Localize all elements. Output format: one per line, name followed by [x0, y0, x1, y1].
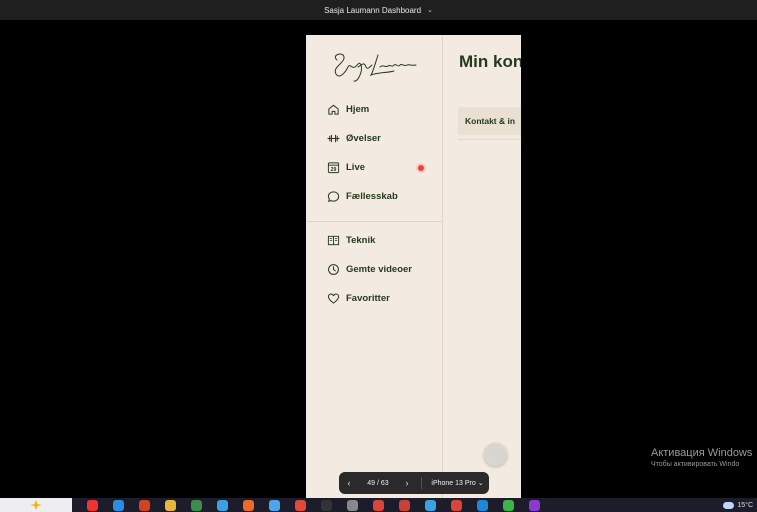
watermark-line2: Чтобы активировать Windo — [651, 461, 740, 468]
heart-icon — [327, 292, 340, 305]
dumbbell-icon — [327, 132, 340, 145]
home-icon — [327, 103, 340, 116]
chrome-profile-icon[interactable] — [399, 499, 410, 511]
sidebar-item-faellesskab[interactable]: Fællesskab — [306, 182, 443, 211]
star-icon — [30, 500, 42, 510]
windows-taskbar: 15°C — [0, 498, 757, 512]
sidebar-item-hjem[interactable]: Hjem — [306, 95, 443, 124]
chat-bubble-icon — [327, 190, 340, 203]
sidebar-item-label: Teknik — [346, 235, 376, 246]
device-selector[interactable]: iPhone 13 Pro ⌄ — [426, 479, 489, 487]
sidebar-item-favoritter[interactable]: Favoritter — [306, 284, 443, 313]
chevron-down-icon: ⌄ — [477, 480, 484, 487]
weather-icon — [723, 501, 735, 509]
sidebar-nav-primary: Hjem Øvelser 29 Live Fællesskab — [306, 95, 443, 211]
calendar-icon: 29 — [327, 161, 340, 174]
sidebar-item-live[interactable]: 29 Live — [306, 153, 443, 182]
device-toolbar: ‹ 49 / 63 › iPhone 13 Pro ⌄ — [339, 472, 489, 494]
weather-temperature: 15°C — [737, 501, 753, 509]
live-indicator-dot — [418, 164, 424, 171]
opera-icon[interactable] — [87, 499, 98, 511]
sidebar-item-label: Hjem — [346, 104, 370, 115]
sidebar-item-label: Fællesskab — [346, 191, 398, 202]
windows-activation-watermark: Активация Windows Чтобы активировать Win… — [651, 447, 752, 468]
app-icon[interactable] — [217, 499, 228, 511]
prev-device-button[interactable]: ‹ — [339, 478, 359, 488]
sidebar-item-label: Live — [346, 162, 366, 173]
mobile-viewport: Hjem Øvelser 29 Live Fællesskab Teknik G… — [306, 35, 521, 500]
clock-icon — [327, 263, 340, 276]
firefox-icon[interactable] — [243, 499, 254, 511]
tab-kontakt[interactable]: Kontakt & in — [458, 107, 521, 135]
powerpoint-icon[interactable] — [139, 499, 150, 511]
toolbar-separator — [421, 477, 422, 489]
app-icon[interactable] — [503, 499, 514, 511]
sidebar-item-label: Favoritter — [346, 293, 390, 304]
window-title: Sasja Laumann Dashboard — [324, 5, 422, 15]
system-tray: 15°C — [723, 498, 753, 512]
sidebar-item-label: Øvelser — [346, 133, 381, 144]
watermark-line1: Активация Windows — [651, 447, 753, 459]
window-titlebar: Sasja Laumann Dashboard ⌄ — [0, 0, 757, 20]
next-device-button[interactable]: › — [397, 478, 417, 488]
app-icon[interactable] — [425, 499, 436, 511]
vscode-icon[interactable] — [477, 499, 488, 511]
device-counter: 49 / 63 — [367, 479, 389, 487]
brand-logo[interactable] — [328, 47, 423, 85]
device-name: iPhone 13 Pro — [431, 480, 476, 487]
tab-divider — [458, 139, 521, 140]
sidebar-divider — [306, 221, 443, 222]
chevron-down-icon[interactable]: ⌄ — [427, 6, 433, 14]
sidebar-item-teknik[interactable]: Teknik — [306, 226, 443, 255]
edge-icon[interactable] — [113, 499, 124, 511]
floating-action-button[interactable] — [484, 443, 507, 466]
sidebar-nav-secondary: Teknik Gemte videoer Favoritter — [306, 226, 443, 313]
app-icon[interactable] — [529, 499, 540, 511]
store-icon[interactable] — [191, 499, 202, 511]
chrome-profile-icon[interactable] — [451, 499, 462, 511]
sidebar-item-gemte-videoer[interactable]: Gemte videoer — [306, 255, 443, 284]
page-title: Min kon — [459, 52, 521, 71]
settings-icon[interactable] — [347, 499, 358, 511]
chrome-profile-icon[interactable] — [373, 499, 384, 511]
start-button[interactable] — [0, 498, 72, 512]
upwork-icon[interactable] — [321, 499, 332, 511]
book-icon — [327, 234, 340, 247]
sidebar: Hjem Øvelser 29 Live Fællesskab Teknik G… — [306, 35, 443, 500]
main-content: Min kon Kontakt & in — [444, 35, 521, 500]
sidebar-item-ovelser[interactable]: Øvelser — [306, 124, 443, 153]
folder-icon[interactable] — [165, 499, 176, 511]
chrome-icon[interactable] — [295, 499, 306, 511]
sidebar-item-label: Gemte videoer — [346, 264, 412, 275]
calendar-day: 29 — [331, 167, 337, 173]
drive-icon[interactable] — [269, 499, 280, 511]
